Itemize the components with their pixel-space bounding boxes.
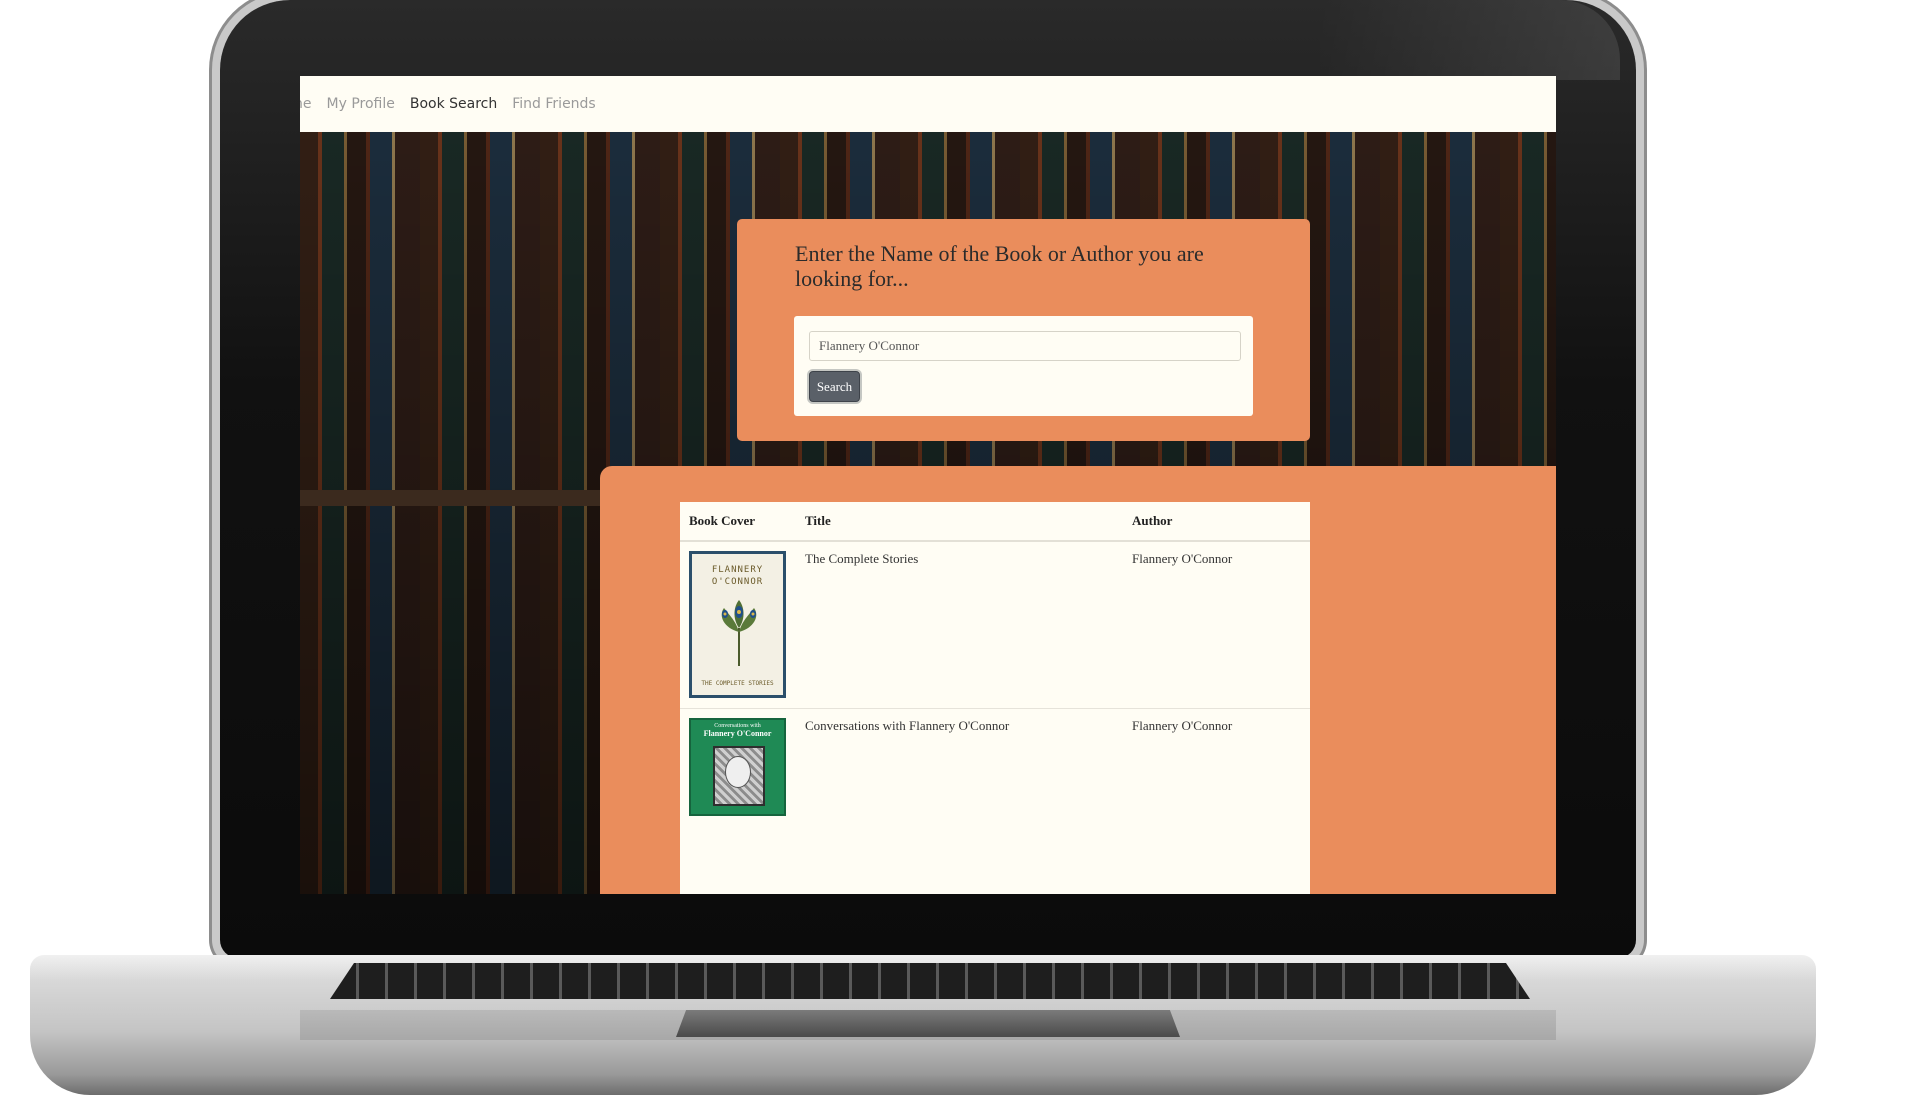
book-author-cell: Flannery O'Connor	[1123, 708, 1310, 894]
results-table: Book Cover Title Author FLANNERY O'CONNO…	[680, 502, 1310, 894]
table-row[interactable]: Conversations with Flannery O'Connor Con…	[680, 708, 1310, 894]
nav-book-search-link[interactable]: Book Search	[410, 96, 497, 112]
lid-glare	[1320, 0, 1620, 80]
nav-find-friends-link[interactable]: Find Friends	[512, 96, 595, 112]
book-cover-cell: FLANNERY O'CONNOR THE COMPLETE STORIES	[680, 541, 796, 709]
cover-author-text: FLANNERY O'CONNOR	[711, 565, 764, 587]
peacock-feather-icon	[721, 600, 757, 666]
table-row[interactable]: FLANNERY O'CONNOR THE COMPLETE STORIES T…	[680, 541, 1310, 709]
trackpad	[676, 1010, 1180, 1037]
shelf-board	[300, 490, 600, 506]
portrait-face	[725, 756, 751, 788]
search-heading: Enter the Name of the Book or Author you…	[795, 241, 1204, 291]
column-header-author: Author	[1123, 502, 1310, 542]
search-input[interactable]	[809, 331, 1241, 361]
search-panel: Enter the Name of the Book or Author you…	[737, 219, 1310, 441]
table-header-row: Book Cover Title Author	[680, 502, 1310, 542]
bookshelf-background: Enter the Name of the Book or Author you…	[300, 132, 1556, 894]
book-title-cell[interactable]: Conversations with Flannery O'Connor	[796, 708, 1123, 894]
column-header-book-cover: Book Cover	[680, 502, 796, 542]
cover-title-text: Flannery O'Connor	[703, 729, 772, 738]
nav-home-link[interactable]: ne	[300, 96, 312, 112]
top-navbar: ne My Profile Book Search Find Friends	[300, 76, 1556, 132]
book-title-cell[interactable]: The Complete Stories	[796, 541, 1123, 709]
book-author-cell: Flannery O'Connor	[1123, 541, 1310, 709]
search-form: Search	[794, 316, 1253, 416]
results-panel: Book Cover Title Author FLANNERY O'CONNO…	[600, 466, 1556, 894]
nav-my-profile-link[interactable]: My Profile	[327, 96, 395, 112]
column-header-title: Title	[796, 502, 1123, 542]
book-cover-image[interactable]: Conversations with Flannery O'Connor	[689, 718, 786, 816]
keyboard	[330, 963, 1530, 999]
book-cover-image[interactable]: FLANNERY O'CONNOR THE COMPLETE STORIES	[689, 551, 786, 698]
browser-viewport: ne My Profile Book Search Find Friends E…	[300, 76, 1556, 894]
book-cover-cell: Conversations with Flannery O'Connor	[680, 708, 796, 894]
cover-title-text: THE COMPLETE STORIES	[701, 680, 774, 687]
search-button[interactable]: Search	[809, 371, 860, 402]
